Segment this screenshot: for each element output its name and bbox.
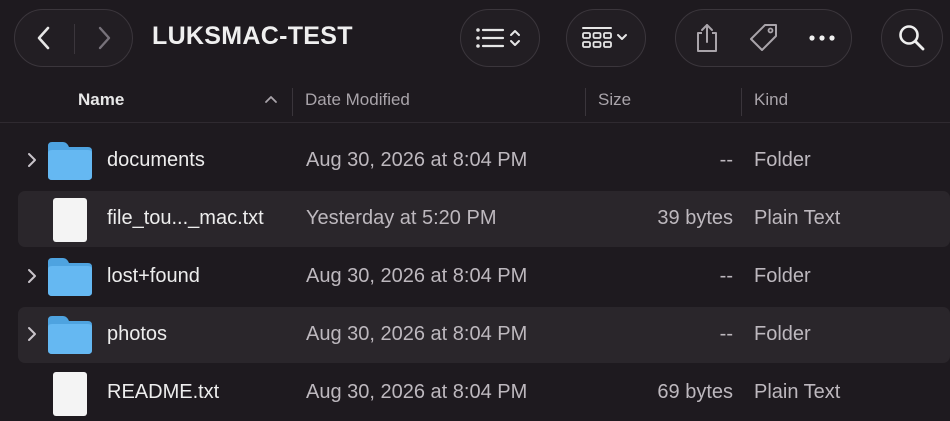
file-name: photos bbox=[107, 323, 168, 345]
file-kind: Plain Text bbox=[754, 207, 841, 229]
folder-icon bbox=[48, 142, 92, 180]
search-button[interactable] bbox=[881, 9, 943, 67]
list-item[interactable]: file_tou..._mac.txt Yesterday at 5:20 PM… bbox=[18, 191, 950, 247]
file-date-modified: Aug 30, 2026 at 8:04 PM bbox=[306, 265, 528, 287]
column-header-date[interactable]: Date Modified bbox=[305, 90, 410, 110]
list-item[interactable]: lost+found Aug 30, 2026 at 8:04 PM -- Fo… bbox=[18, 249, 950, 305]
file-size: -- bbox=[719, 149, 733, 171]
sort-ascending-icon[interactable] bbox=[264, 94, 278, 104]
folder-icon bbox=[48, 316, 92, 354]
file-date-modified: Yesterday at 5:20 PM bbox=[306, 207, 497, 229]
window-title: LUKSMAC-TEST bbox=[152, 22, 353, 50]
file-kind: Plain Text bbox=[754, 381, 841, 403]
file-date-modified: Aug 30, 2026 at 8:04 PM bbox=[306, 149, 528, 171]
file-date-modified: Aug 30, 2026 at 8:04 PM bbox=[306, 323, 528, 345]
view-options-button[interactable] bbox=[460, 9, 540, 67]
column-divider[interactable] bbox=[741, 88, 742, 116]
list-view-icon bbox=[476, 28, 520, 48]
column-header-kind[interactable]: Kind bbox=[754, 90, 788, 110]
text-document-icon bbox=[53, 198, 87, 242]
file-kind: Folder bbox=[754, 149, 811, 171]
back-button[interactable] bbox=[15, 10, 73, 66]
disclosure-triangle-icon[interactable] bbox=[26, 326, 38, 342]
finder-window: LUKSMAC-TEST Name Date Modified Size Kin… bbox=[0, 0, 950, 421]
group-button[interactable] bbox=[566, 9, 646, 67]
navigation-group bbox=[14, 9, 133, 67]
share-button[interactable] bbox=[690, 10, 724, 66]
chevron-left-icon bbox=[37, 26, 50, 50]
forward-button[interactable] bbox=[75, 10, 133, 66]
column-header-name[interactable]: Name bbox=[78, 90, 124, 110]
more-button[interactable] bbox=[804, 10, 840, 66]
tag-icon bbox=[750, 24, 777, 51]
column-divider[interactable] bbox=[292, 88, 293, 116]
column-header-bar: Name Date Modified Size Kind bbox=[0, 80, 950, 123]
disclosure-triangle-icon[interactable] bbox=[26, 152, 38, 168]
search-icon bbox=[899, 25, 925, 51]
toolbar: LUKSMAC-TEST bbox=[0, 0, 950, 80]
text-document-icon bbox=[53, 372, 87, 416]
chevron-right-icon bbox=[98, 26, 111, 50]
column-divider[interactable] bbox=[585, 88, 586, 116]
tag-button[interactable] bbox=[746, 10, 782, 66]
action-group bbox=[675, 9, 852, 67]
file-name: lost+found bbox=[107, 265, 200, 287]
ellipsis-icon bbox=[809, 35, 835, 41]
file-name: documents bbox=[107, 149, 205, 171]
folder-icon bbox=[48, 258, 92, 296]
disclosure-triangle-icon[interactable] bbox=[26, 268, 38, 284]
file-kind: Folder bbox=[754, 265, 811, 287]
file-size: -- bbox=[719, 265, 733, 287]
file-date-modified: Aug 30, 2026 at 8:04 PM bbox=[306, 381, 528, 403]
file-size: 69 bytes bbox=[657, 381, 733, 403]
file-size: -- bbox=[719, 323, 733, 345]
list-item[interactable]: photos Aug 30, 2026 at 8:04 PM -- Folder bbox=[18, 307, 950, 363]
share-icon bbox=[697, 24, 717, 52]
grid-group-icon bbox=[582, 27, 627, 48]
file-kind: Folder bbox=[754, 323, 811, 345]
file-size: 39 bytes bbox=[657, 207, 733, 229]
list-item[interactable]: README.txt Aug 30, 2026 at 8:04 PM 69 by… bbox=[18, 365, 950, 421]
list-item[interactable]: documents Aug 30, 2026 at 8:04 PM -- Fol… bbox=[18, 133, 950, 189]
file-name: file_tou..._mac.txt bbox=[107, 207, 264, 229]
column-header-size[interactable]: Size bbox=[598, 90, 631, 110]
file-name: README.txt bbox=[107, 381, 220, 403]
